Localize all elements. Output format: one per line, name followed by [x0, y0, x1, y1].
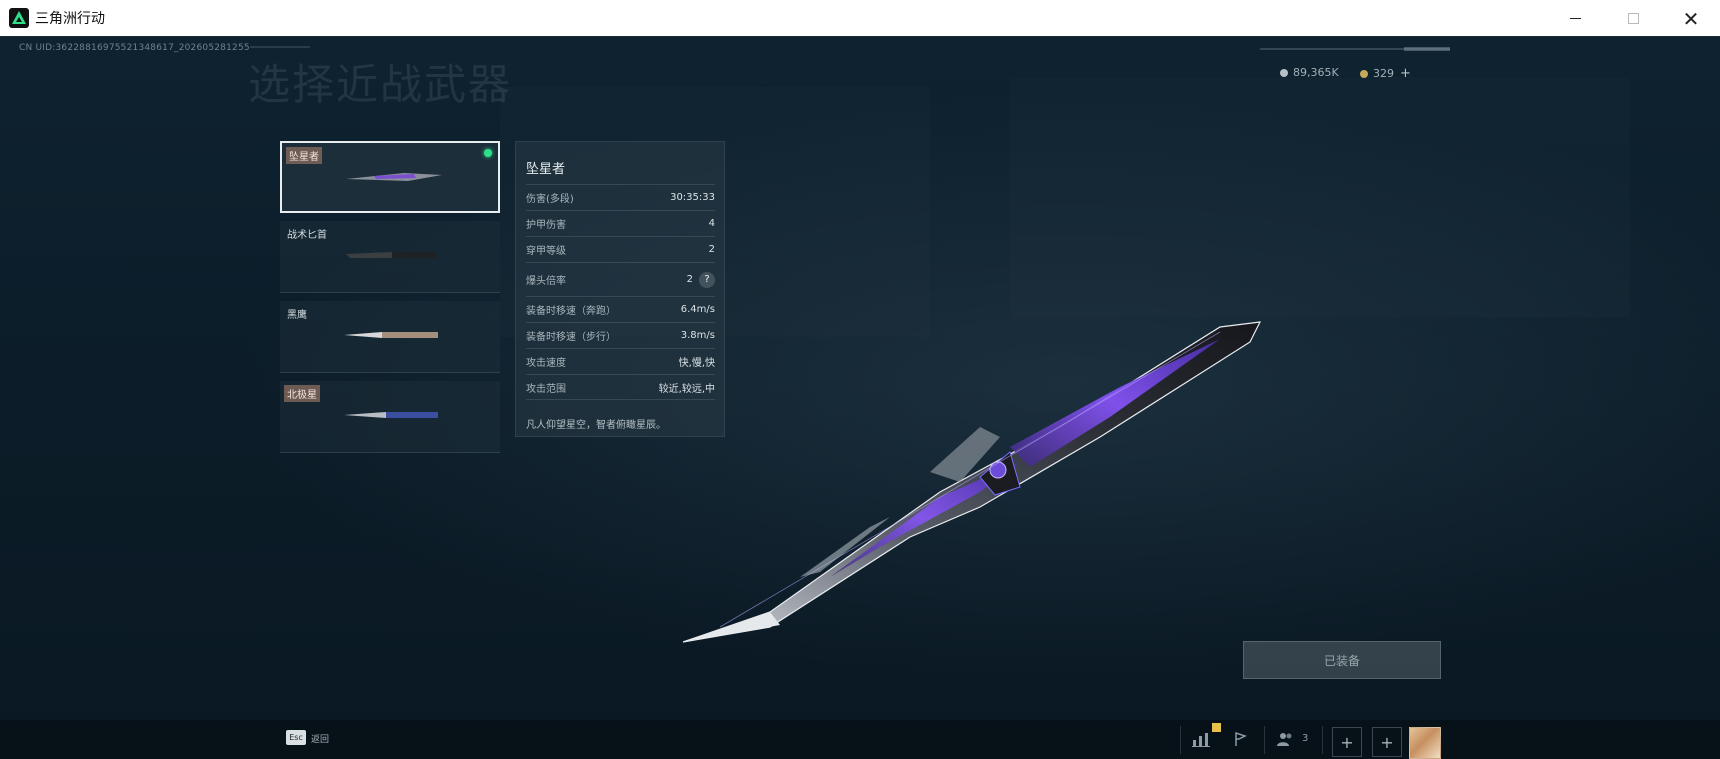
stat-label: 护甲伤害 [526, 220, 566, 231]
weapon-card-heiying[interactable]: 黑鹰 [280, 301, 500, 373]
stats-title: 坠星者 [526, 162, 566, 177]
divider [1180, 726, 1181, 754]
stats-icon[interactable] [1188, 726, 1214, 752]
divider [250, 46, 310, 48]
knife-thumbnail-icon [344, 412, 438, 418]
add-squad-slot-button[interactable]: + [1332, 727, 1362, 757]
knife-thumbnail-icon [344, 332, 438, 338]
stat-label: 装备时移速（步行） [526, 332, 616, 343]
weapon-card-tactical-dagger[interactable]: 战术匕首 [280, 221, 500, 293]
stat-label: 伤害(多段) [526, 194, 574, 205]
maximize-icon [1627, 13, 1639, 24]
stat-label: 爆头倍率 [526, 276, 566, 287]
stat-row-armor-damage: 护甲伤害 4 [526, 210, 715, 236]
gold-amount: 329 [1373, 67, 1394, 80]
app-title: 三角洲行动 [35, 11, 105, 27]
window-titlebar: 三角洲行动 ✕ [0, 0, 1720, 37]
stat-value: 4 [708, 218, 715, 229]
weapon-card-zhuixingzhe[interactable]: 坠星者 [280, 141, 500, 213]
weapon-name: 战术匕首 [287, 230, 327, 241]
silver-currency: 89,365K [1280, 66, 1339, 79]
minimize-button[interactable] [1546, 0, 1604, 37]
avatar[interactable] [1409, 727, 1441, 759]
knife-3d-model [682, 321, 1262, 643]
equipped-indicator [484, 149, 492, 157]
window-controls: ✕ [1546, 0, 1720, 37]
esc-key-icon[interactable]: Esc [286, 730, 306, 745]
notification-badge [1212, 723, 1221, 732]
page-title: 选择近战武器 [248, 60, 513, 109]
flag-icon[interactable] [1228, 726, 1254, 752]
stat-value: 2 [708, 244, 715, 255]
app-logo-icon [9, 8, 29, 28]
stat-label: 穿甲等级 [526, 246, 566, 257]
stat-value: 30:35:33 [670, 192, 715, 203]
knife-thumbnail-icon [346, 252, 436, 258]
silver-coin-icon [1280, 68, 1288, 77]
stat-label: 装备时移速（奔跑） [526, 306, 616, 317]
gold-currency: 329 + [1360, 66, 1411, 81]
close-button[interactable]: ✕ [1662, 0, 1720, 37]
knife-thumbnail-icon [346, 173, 442, 181]
equipped-button[interactable]: 已装备 [1243, 641, 1441, 679]
friends-icon[interactable] [1272, 726, 1298, 752]
weapon-name: 坠星者 [286, 147, 322, 164]
stat-row-penetration: 穿甲等级 2 [526, 236, 715, 262]
stat-row-damage: 伤害(多段) 30:35:33 [526, 184, 715, 210]
minimize-icon [1569, 18, 1581, 19]
add-currency-button[interactable]: + [1400, 66, 1411, 81]
add-squad-slot-button[interactable]: + [1372, 727, 1402, 757]
weapon-description: 凡人仰望星空，智者俯瞰星辰。 [526, 420, 666, 431]
player-uid: CN UID:3622881697552134861​7_20260528125… [19, 43, 250, 53]
top-indicator [1404, 47, 1450, 51]
stat-label: 攻击速度 [526, 358, 566, 369]
silver-amount: 89,365K [1293, 66, 1339, 79]
friends-count: 3 [1302, 733, 1309, 744]
divider [1322, 726, 1323, 754]
weapon-name: 黑鹰 [287, 310, 307, 321]
divider [1264, 726, 1265, 754]
bottom-bar: Esc 返回 3 + + [0, 720, 1720, 759]
weapon-name: 北极星 [284, 385, 320, 402]
weapon-card-beijixing[interactable]: 北极星 [280, 381, 500, 453]
maximize-button[interactable] [1604, 0, 1662, 37]
stat-label: 攻击范围 [526, 383, 566, 395]
game-viewport: CN UID:3622881697552134861​7_20260528125… [0, 37, 1720, 759]
gold-coin-icon [1360, 69, 1368, 78]
back-label[interactable]: 返回 [311, 732, 329, 745]
